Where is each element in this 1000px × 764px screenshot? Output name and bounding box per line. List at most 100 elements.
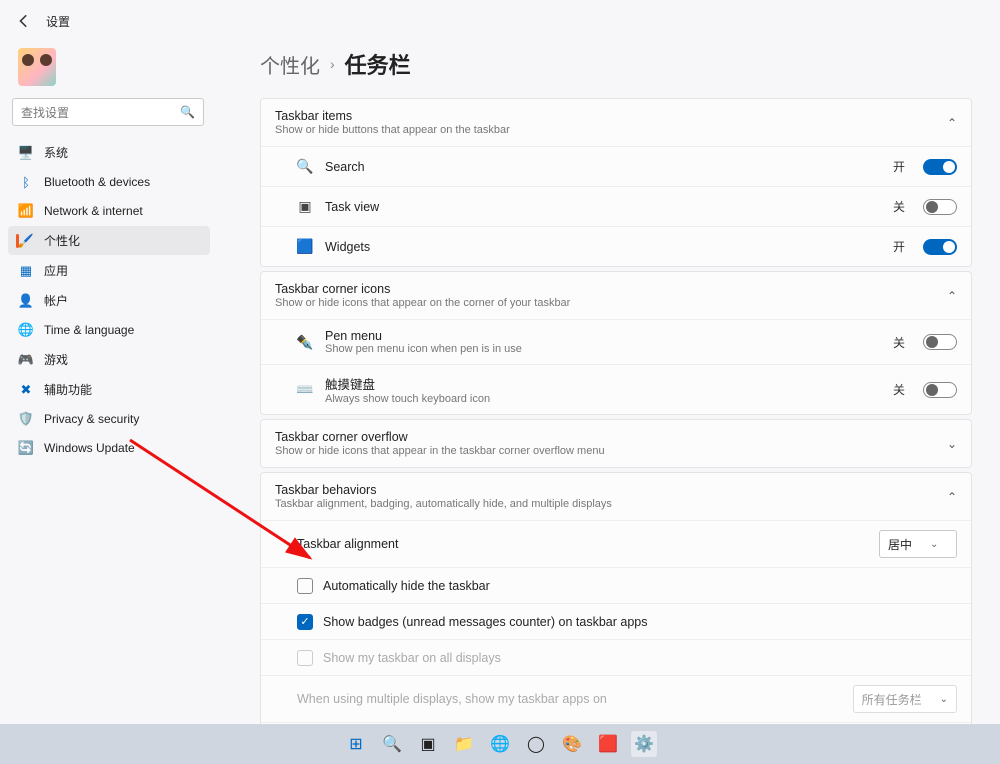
taskbar-edge-icon[interactable]: 🌐 [487, 731, 513, 757]
group-header-taskbar-items[interactable]: Taskbar items Show or hide buttons that … [261, 99, 971, 146]
sidebar-item-label: Privacy & security [44, 412, 139, 426]
row-taskbar-alignment: Taskbar alignment 居中 ⌄ [261, 520, 971, 567]
setting-sublabel: Always show touch keyboard icon [325, 393, 881, 405]
badges-label: Show badges (unread messages counter) on… [323, 615, 648, 629]
row-multi-displays-apps: When using multiple displays, show my ta… [261, 675, 971, 722]
back-button[interactable] [14, 11, 34, 31]
setting-label: 触摸键盘 [325, 374, 881, 393]
sidebar-item-2[interactable]: 📶Network & internet [8, 197, 210, 225]
auto-hide-checkbox[interactable] [297, 578, 313, 594]
setting-row: ⌨️ 触摸键盘Always show touch keyboard icon 关 [261, 364, 971, 414]
sidebar-item-icon: 🖥️ [18, 145, 34, 161]
chevron-up-icon: ⌃ [947, 289, 957, 303]
chevron-right-icon: › [330, 56, 335, 72]
taskbar-search-icon[interactable]: 🔍 [379, 731, 405, 757]
alignment-dropdown[interactable]: 居中 ⌄ [879, 530, 957, 558]
sidebar-item-label: 游戏 [44, 351, 68, 368]
group-title: Taskbar behaviors [275, 483, 947, 497]
setting-icon: ▣ [297, 199, 313, 215]
group-title: Taskbar items [275, 109, 947, 123]
taskbar[interactable]: ⊞ 🔍 ▣ 📁 🌐 ◯ 🎨 🟥 ⚙️ [0, 724, 1000, 764]
taskbar-task-view-icon[interactable]: ▣ [415, 731, 441, 757]
toggle-state-text: 关 [893, 198, 905, 215]
sidebar-item-icon: 🔄 [18, 440, 34, 456]
setting-row: ▣ Task view 关 [261, 186, 971, 226]
taskbar-paint-icon[interactable]: 🎨 [559, 731, 585, 757]
setting-label: Widgets [325, 240, 881, 254]
chevron-down-icon: ⌄ [930, 539, 938, 550]
chevron-up-icon: ⌃ [947, 490, 957, 504]
group-title: Taskbar corner icons [275, 282, 947, 296]
row-badges: ✓ Show badges (unread messages counter) … [261, 603, 971, 639]
taskbar-chrome-icon[interactable]: ◯ [523, 731, 549, 757]
sidebar-item-icon: 👤 [18, 293, 34, 309]
dropdown-value: 所有任务栏 [862, 691, 922, 708]
sidebar-item-8[interactable]: ✖ 辅助功能 [8, 375, 210, 404]
setting-sublabel: Show pen menu icon when pen is in use [325, 343, 881, 355]
sidebar-item-6[interactable]: 🌐Time & language [8, 316, 210, 344]
user-avatar[interactable] [18, 48, 56, 86]
sidebar-item-1[interactable]: ᛒ Bluetooth & devices [8, 168, 210, 196]
sidebar-item-10[interactable]: 🔄Windows Update [8, 434, 210, 462]
toggle-switch[interactable] [923, 334, 957, 350]
badges-checkbox[interactable]: ✓ [297, 614, 313, 630]
setting-label: Task view [325, 200, 881, 214]
setting-row: ✒️Pen menuShow pen menu icon when pen is… [261, 319, 971, 364]
toggle-switch[interactable] [923, 239, 957, 255]
sidebar-item-9[interactable]: 🛡️ Privacy & security [8, 405, 210, 433]
setting-label: Search [325, 160, 881, 174]
search-placeholder: 查找设置 [21, 104, 180, 121]
breadcrumb: 个性化 › 任务栏 [260, 48, 972, 80]
group-taskbar-behaviors: Taskbar behaviors Taskbar alignment, bad… [260, 472, 972, 724]
sidebar: 查找设置 🔍 🖥️ 系统 ᛒ Bluetooth & devices 📶Network … [0, 34, 214, 734]
group-header-corner-icons[interactable]: Taskbar corner icons Show or hide icons … [261, 272, 971, 319]
setting-icon: ⌨️ [297, 382, 313, 398]
row-all-displays: Show my taskbar on all displays [261, 639, 971, 675]
breadcrumb-parent[interactable]: 个性化 [260, 50, 320, 79]
taskbar-app-icon[interactable]: 🟥 [595, 731, 621, 757]
group-title: Taskbar corner overflow [275, 430, 947, 444]
setting-label: Pen menu [325, 329, 881, 343]
all-displays-label: Show my taskbar on all displays [323, 651, 501, 665]
auto-hide-label: Automatically hide the taskbar [323, 579, 490, 593]
toggle-switch[interactable] [923, 199, 957, 215]
sidebar-item-label: 应用 [44, 262, 68, 279]
sidebar-item-label: Bluetooth & devices [44, 175, 150, 189]
sidebar-item-3[interactable]: 🖌️个性化 [8, 226, 210, 255]
search-input[interactable]: 查找设置 🔍 [12, 98, 204, 126]
toggle-switch[interactable] [923, 159, 957, 175]
setting-row: 🔍Search开 [261, 146, 971, 186]
toggle-state-text: 关 [893, 334, 905, 351]
toggle-state-text: 关 [893, 381, 905, 398]
sidebar-item-label: 辅助功能 [44, 381, 92, 398]
app-title: 设置 [46, 13, 70, 30]
sidebar-item-label: 系统 [44, 144, 68, 161]
sidebar-item-icon: ▦ [18, 263, 34, 279]
taskbar-settings-icon[interactable]: ⚙️ [631, 731, 657, 757]
group-header-taskbar-behaviors[interactable]: Taskbar behaviors Taskbar alignment, bad… [261, 473, 971, 520]
sidebar-item-5[interactable]: 👤 帐户 [8, 286, 210, 315]
all-displays-checkbox [297, 650, 313, 666]
toggle-state-text: 开 [893, 158, 905, 175]
toggle-state-text: 开 [893, 238, 905, 255]
sidebar-item-label: Network & internet [44, 204, 143, 218]
group-header-corner-overflow[interactable]: Taskbar corner overflow Show or hide ico… [261, 420, 971, 467]
sidebar-item-icon: ✖ [18, 382, 34, 398]
sidebar-item-4[interactable]: ▦ 应用 [8, 256, 210, 285]
setting-icon: 🟦 [297, 239, 313, 255]
group-subtitle: Show or hide icons that appear in the ta… [275, 445, 947, 457]
sidebar-nav: 🖥️ 系统 ᛒ Bluetooth & devices 📶Network & inter… [8, 138, 210, 462]
sidebar-item-0[interactable]: 🖥️ 系统 [8, 138, 210, 167]
window-header: 设置 [0, 0, 1000, 34]
taskbar-explorer-icon[interactable]: 📁 [451, 731, 477, 757]
group-corner-icons: Taskbar corner icons Show or hide icons … [260, 271, 972, 415]
sidebar-item-icon: 🛡️ [18, 411, 34, 427]
group-taskbar-items: Taskbar items Show or hide buttons that … [260, 98, 972, 267]
sidebar-item-7[interactable]: 🎮游戏 [8, 345, 210, 374]
setting-row: 🟦 Widgets 开 [261, 226, 971, 266]
taskbar-start-icon[interactable]: ⊞ [343, 731, 369, 757]
sidebar-item-label: 帐户 [44, 292, 68, 309]
sidebar-item-icon: ᛒ [18, 174, 34, 190]
group-subtitle: Taskbar alignment, badging, automaticall… [275, 498, 947, 510]
toggle-switch[interactable] [923, 382, 957, 398]
